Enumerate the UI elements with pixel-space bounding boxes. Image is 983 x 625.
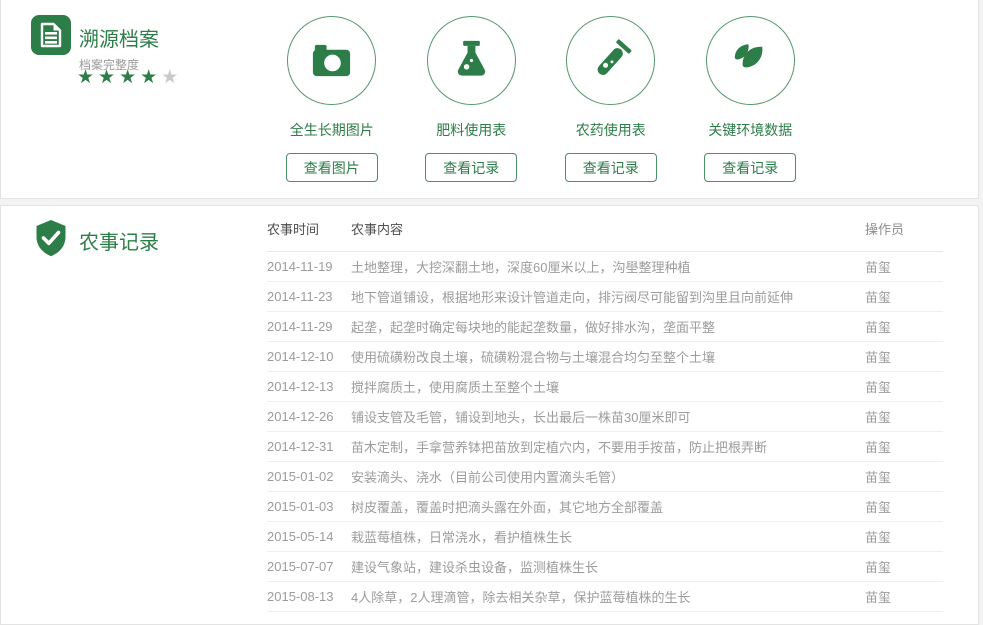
table-row: 2014-12-10 使用硫磺粉改良土壤，硫磺粉混合物与土壤混合均匀至整个土壤 … [267, 342, 943, 372]
farming-content: 苗木定制，手拿营养钵把苗放到定植穴内，不要用手按苗，防止把根弄断 [351, 437, 865, 456]
view-photos-button[interactable]: 查看图片 [286, 153, 378, 182]
archive-item-label: 关键环境数据 [708, 120, 792, 140]
farming-content: 安装滴头、浇水（目前公司使用内置滴头毛管） [351, 467, 865, 486]
archive-items: 全生长期图片 查看图片 肥料使用表 查看记录 [262, 16, 820, 182]
operator-name: 苗玺 [865, 317, 943, 336]
farming-content: 建设气象站，建设杀虫设备，监测植株生长 [351, 557, 865, 576]
table-row: 2014-11-29 起垄，起垄时确定每块地的能起垄数量，做好排水沟，垄面平整 … [267, 312, 943, 342]
table-row: 2014-12-31 苗木定制，手拿营养钵把苗放到定植穴内，不要用手按苗，防止把… [267, 432, 943, 462]
operator-name: 苗玺 [865, 527, 943, 546]
rating-stars: ★★★★★ [77, 66, 182, 90]
farming-content: 使用硫磺粉改良土壤，硫磺粉混合物与土壤混合均匀至整个土壤 [351, 347, 865, 366]
farming-date: 2014-11-23 [267, 289, 351, 304]
star-icon: ★ [98, 67, 119, 88]
archive-item-label: 肥料使用表 [436, 120, 506, 140]
archive-item-pesticide: 农药使用表 查看记录 [541, 16, 681, 182]
section-title: 农事记录 [79, 226, 159, 255]
archive-item-environment: 关键环境数据 查看记录 [681, 16, 821, 182]
operator-name: 苗玺 [865, 257, 943, 276]
table-row: 2014-12-26 铺设支管及毛管，铺设到地头，长出最后一株苗30厘米即可 苗… [267, 402, 943, 432]
farming-date: 2014-11-19 [267, 259, 351, 274]
records-table-body: 2014-11-19 土地整理，大挖深翻土地，深度60厘米以上，沟壆整理种植 苗… [267, 252, 943, 612]
document-icon [31, 15, 71, 55]
farming-content: 栽蓝莓植株，日常浇水，看护植株生长 [351, 527, 865, 546]
archive-panel: 溯源档案 档案完整度 ★★★★★ 全生长期图片 查看图片 [0, 0, 979, 199]
star-icon: ★ [161, 67, 182, 88]
flask-icon [448, 37, 495, 84]
farming-date: 2014-12-13 [267, 379, 351, 394]
table-row: 2014-11-23 地下管道铺设，根据地形来设计管道走向，排污阀尽可能留到沟里… [267, 282, 943, 312]
farming-content: 搅拌腐质土，使用腐质土至整个土壤 [351, 377, 865, 396]
column-header-time: 农事时间 [267, 219, 351, 238]
operator-name: 苗玺 [865, 557, 943, 576]
archive-item-label: 农药使用表 [576, 120, 646, 140]
environment-circle[interactable] [706, 16, 795, 105]
table-row: 2015-07-07 建设气象站，建设杀虫设备，监测植株生长 苗玺 [267, 552, 943, 582]
archive-item-fertilizer: 肥料使用表 查看记录 [402, 16, 542, 182]
star-icon: ★ [119, 67, 140, 88]
farming-date: 2015-05-14 [267, 529, 351, 544]
operator-name: 苗玺 [865, 287, 943, 306]
farming-content: 土地整理，大挖深翻土地，深度60厘米以上，沟壆整理种植 [351, 257, 865, 276]
records-panel: 农事记录 农事时间 农事内容 操作员 2014-11-19 土地整理，大挖深翻土… [0, 205, 979, 625]
operator-name: 苗玺 [865, 347, 943, 366]
archive-item-label: 全生长期图片 [290, 120, 374, 140]
star-icon: ★ [140, 67, 161, 88]
operator-name: 苗玺 [865, 437, 943, 456]
farming-date: 2014-12-26 [267, 409, 351, 424]
operator-name: 苗玺 [865, 377, 943, 396]
view-environment-records-button[interactable]: 查看记录 [704, 153, 796, 182]
operator-name: 苗玺 [865, 587, 943, 606]
farming-content: 地下管道铺设，根据地形来设计管道走向，排污阀尽可能留到沟里且向前延伸 [351, 287, 865, 306]
fertilizer-circle[interactable] [427, 16, 516, 105]
star-icon: ★ [77, 67, 98, 88]
leaves-icon [727, 37, 774, 84]
page-title: 溯源档案 [79, 23, 159, 52]
growth-photos-circle[interactable] [287, 16, 376, 105]
farming-content: 树皮覆盖，覆盖时把滴头露在外面，其它地方全部覆盖 [351, 497, 865, 516]
camera-icon [308, 37, 355, 84]
farming-content: 铺设支管及毛管，铺设到地头，长出最后一株苗30厘米即可 [351, 407, 865, 426]
operator-name: 苗玺 [865, 497, 943, 516]
table-row: 2014-11-19 土地整理，大挖深翻土地，深度60厘米以上，沟壆整理种植 苗… [267, 252, 943, 282]
table-row: 2015-08-13 4人除草，2人理滴管，除去相关杂草，保护蓝莓植株的生长 苗… [267, 582, 943, 612]
pesticide-circle[interactable] [566, 16, 655, 105]
farming-date: 2014-12-31 [267, 439, 351, 454]
view-pesticide-records-button[interactable]: 查看记录 [565, 153, 657, 182]
column-header-content: 农事内容 [351, 219, 865, 238]
table-row: 2015-01-03 树皮覆盖，覆盖时把滴头露在外面，其它地方全部覆盖 苗玺 [267, 492, 943, 522]
table-row: 2014-12-13 搅拌腐质土，使用腐质土至整个土壤 苗玺 [267, 372, 943, 402]
table-header-row: 农事时间 农事内容 操作员 [267, 206, 943, 252]
farming-date: 2014-12-10 [267, 349, 351, 364]
test-tube-icon [587, 37, 634, 84]
operator-name: 苗玺 [865, 467, 943, 486]
table-row: 2015-01-02 安装滴头、浇水（目前公司使用内置滴头毛管） 苗玺 [267, 462, 943, 492]
view-fertilizer-records-button[interactable]: 查看记录 [425, 153, 517, 182]
shield-check-icon [31, 218, 71, 260]
column-header-operator: 操作员 [865, 219, 943, 238]
farming-date: 2015-01-03 [267, 499, 351, 514]
farming-date: 2014-11-29 [267, 319, 351, 334]
farming-date: 2015-08-13 [267, 589, 351, 604]
farming-content: 4人除草，2人理滴管，除去相关杂草，保护蓝莓植株的生长 [351, 587, 865, 606]
farming-date: 2015-07-07 [267, 559, 351, 574]
farming-date: 2015-01-02 [267, 469, 351, 484]
farming-content: 起垄，起垄时确定每块地的能起垄数量，做好排水沟，垄面平整 [351, 317, 865, 336]
archive-item-growth-photos: 全生长期图片 查看图片 [262, 16, 402, 182]
operator-name: 苗玺 [865, 407, 943, 426]
farming-records-table: 农事时间 农事内容 操作员 2014-11-19 土地整理，大挖深翻土地，深度6… [267, 206, 943, 612]
table-row: 2015-05-14 栽蓝莓植株，日常浇水，看护植株生长 苗玺 [267, 522, 943, 552]
